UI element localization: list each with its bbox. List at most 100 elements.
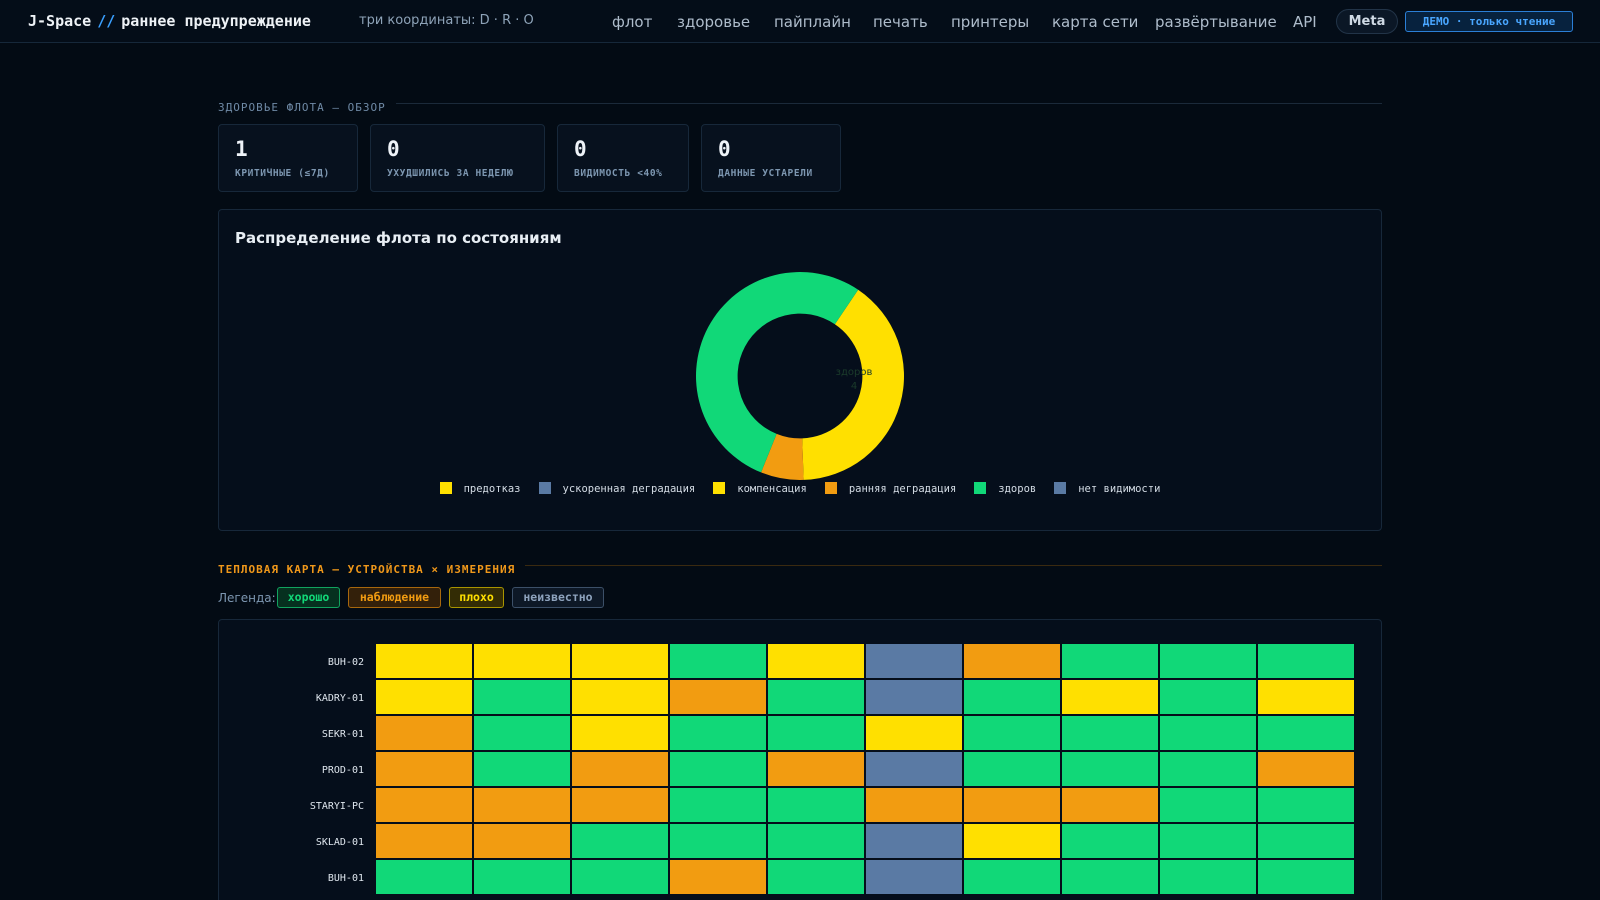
heatmap-cell[interactable] [768,680,864,714]
heatmap-cell[interactable] [768,824,864,858]
heatmap-cell[interactable] [670,680,766,714]
kpi-card-degraded-week: 0 УХУДШИЛИСЬ ЗА НЕДЕЛЮ [370,124,545,192]
heatmap-cell[interactable] [670,860,766,894]
nav-health[interactable]: здоровье [677,13,750,31]
heatmap-cell[interactable] [866,644,962,678]
legend-item-0[interactable]: предотказ [439,482,521,495]
heatmap-cell[interactable] [1062,860,1158,894]
heatmap-cell[interactable] [670,716,766,750]
heatmap-cell[interactable] [572,680,668,714]
legend-swatch [713,482,726,494]
heatmap-cell[interactable] [474,680,570,714]
meta-button[interactable]: Meta [1336,9,1398,34]
nav-printers[interactable]: принтеры [951,13,1029,31]
heatmap-cell[interactable] [1258,860,1354,894]
heatmap-cell[interactable] [1258,644,1354,678]
heatmap-cell[interactable] [1160,716,1256,750]
heatmap-cell[interactable] [1160,788,1256,822]
overview-section-header: ЗДОРОВЬЕ ФЛОТА — ОБЗОР [218,96,1382,114]
heatmap-cell[interactable] [1062,716,1158,750]
heatmap-cell[interactable] [1160,752,1256,786]
nav-network-map[interactable]: карта сети [1052,13,1138,31]
heatmap-cell[interactable] [1258,716,1354,750]
heatmap-cell[interactable] [1160,680,1256,714]
heatmap-cell[interactable] [866,752,962,786]
heatmap-row-label: KADRY-01 [315,693,364,704]
kpi-value: 0 [718,137,731,161]
legend-label: ускоренная деградация [562,483,696,495]
legend-item-2[interactable]: компенсация [713,482,807,495]
nav-fleet[interactable]: флот [612,13,652,31]
heatmap-cell[interactable] [768,788,864,822]
heatmap-cell[interactable] [474,752,570,786]
heatmap-cell[interactable] [768,716,864,750]
heatmap-cell[interactable] [964,824,1060,858]
state-distribution-panel: Распределение флота по состояниям здоров… [218,209,1382,531]
heatmap-cell[interactable] [376,752,472,786]
legend-item-1[interactable]: ускоренная деградация [538,482,696,495]
heatmap-cell[interactable] [866,860,962,894]
legend-item-3[interactable]: ранняя деградация [824,482,956,495]
heatmap-cell[interactable] [572,752,668,786]
heatmap-cell[interactable] [376,680,472,714]
heatmap-cell[interactable] [572,824,668,858]
heatmap-cell[interactable] [1062,752,1158,786]
heatmap-cell[interactable] [1062,788,1158,822]
heatmap-cell[interactable] [670,824,766,858]
heatmap-cell[interactable] [670,644,766,678]
heatmap-cell[interactable] [1062,644,1158,678]
legend-chip-bad: плохо [449,587,504,608]
heatmap-cell[interactable] [1160,860,1256,894]
heatmap-cell[interactable] [866,716,962,750]
heatmap-cell[interactable] [474,644,570,678]
heatmap-cell[interactable] [376,644,472,678]
heatmap-cell[interactable] [964,752,1060,786]
heatmap-cell[interactable] [964,680,1060,714]
heatmap-cell[interactable] [1258,680,1354,714]
heatmap-cell[interactable] [866,824,962,858]
heatmap-cell[interactable] [1258,824,1354,858]
brand-logo[interactable]: J-Space // раннее предупреждение [28,12,311,30]
heatmap-cell[interactable] [572,644,668,678]
legend-label: нет видимости [1078,483,1161,495]
heatmap-cell[interactable] [768,860,864,894]
nav-deployment[interactable]: развёртывание [1155,13,1277,31]
heatmap-cell[interactable] [964,860,1060,894]
demo-readonly-badge: ДЕМО · только чтение [1405,11,1573,32]
heatmap-cell[interactable] [866,788,962,822]
heatmap-cell[interactable] [1062,680,1158,714]
heatmap-cell[interactable] [964,644,1060,678]
heatmap-cell[interactable] [964,788,1060,822]
heatmap-cell[interactable] [376,716,472,750]
heatmap-cell[interactable] [376,824,472,858]
heatmap-cell[interactable] [1258,788,1354,822]
legend-item-5[interactable]: нет видимости [1054,482,1160,495]
heatmap-cell[interactable] [376,860,472,894]
heatmap-cell[interactable] [1258,752,1354,786]
heatmap-cell[interactable] [474,860,570,894]
legend-item-4[interactable]: здоров [974,482,1036,495]
heatmap-cell[interactable] [572,788,668,822]
nav-print[interactable]: печать [873,13,928,31]
heatmap-cell[interactable] [1160,824,1256,858]
kpi-value: 0 [387,137,400,161]
heatmap-cell[interactable] [1062,824,1158,858]
heatmap-cell[interactable] [474,824,570,858]
heatmap-cell[interactable] [1160,644,1256,678]
donut-chart: здоров 4 [696,272,904,480]
heatmap-cell[interactable] [768,644,864,678]
heatmap-cell[interactable] [670,752,766,786]
heatmap-cell[interactable] [572,716,668,750]
heatmap-cell[interactable] [376,788,472,822]
heatmap-cell[interactable] [474,716,570,750]
heatmap-cell[interactable] [572,860,668,894]
heatmap-cell[interactable] [964,716,1060,750]
heatmap-cell[interactable] [866,680,962,714]
heatmap-cell[interactable] [474,788,570,822]
heatmap-cell[interactable] [768,752,864,786]
nav-pipeline[interactable]: пайплайн [774,13,851,31]
legend-swatch [974,482,987,494]
nav-api[interactable]: API [1293,13,1317,31]
chart-title: Распределение флота по состояниям [235,229,562,247]
heatmap-cell[interactable] [670,788,766,822]
